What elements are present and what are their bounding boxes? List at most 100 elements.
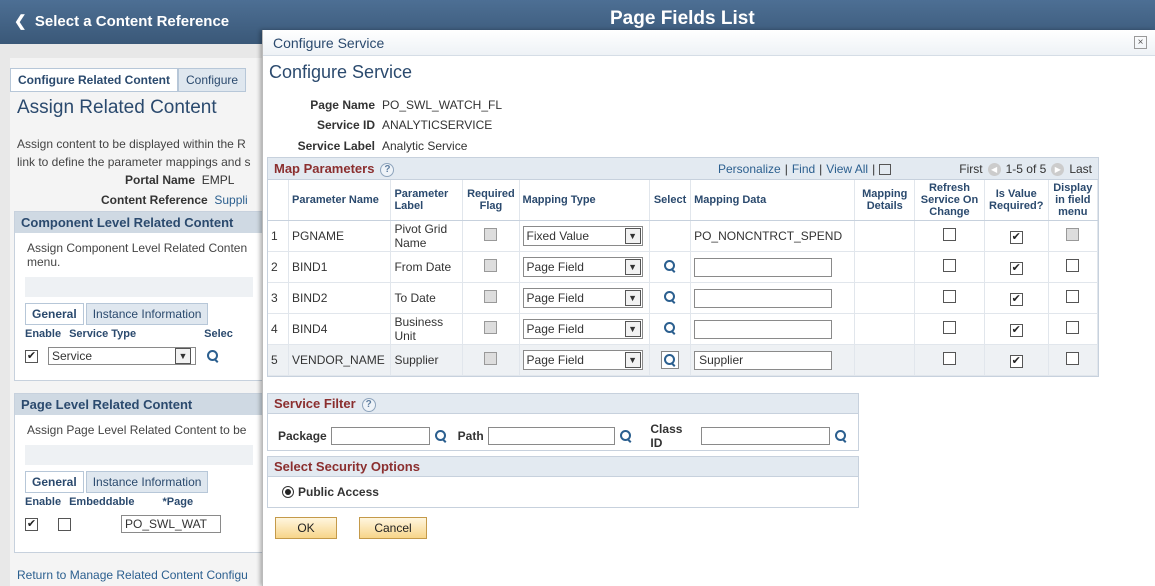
- tab-configure[interactable]: Configure: [178, 68, 247, 92]
- close-icon[interactable]: ×: [1134, 36, 1147, 49]
- refresh-checkbox[interactable]: [942, 259, 956, 272]
- required-flag-cell: [462, 313, 520, 345]
- mapping-details-cell: [854, 313, 916, 345]
- mapping-type-value: Page Field: [526, 291, 584, 305]
- class-id-input[interactable]: [701, 427, 831, 445]
- search-icon[interactable]: [206, 349, 220, 363]
- path-input[interactable]: [487, 427, 615, 445]
- service-id-value: ANALYTICSERVICE: [382, 118, 493, 132]
- enable-checkbox[interactable]: ✔: [25, 517, 38, 531]
- value-required-checkbox[interactable]: ✔: [1009, 230, 1023, 244]
- display-in-field-checkbox[interactable]: [1066, 290, 1080, 303]
- value-required-checkbox[interactable]: ✔: [1009, 292, 1023, 306]
- help-icon[interactable]: ?: [380, 162, 395, 177]
- display-cell: [1048, 282, 1099, 314]
- display-cell: [1048, 220, 1099, 252]
- table-header-row: Parameter Name Parameter Label Required …: [268, 180, 1099, 221]
- map-parameters-grid: Map Parameters? Personalize | Find | View …: [267, 157, 1099, 377]
- refresh-cell: [914, 251, 985, 283]
- security-options-title: Select Security Options: [268, 457, 858, 477]
- table-row: 4 BIND4 Business Unit Page Field ▼ ✔: [268, 313, 1099, 345]
- tab-general[interactable]: General: [25, 471, 84, 493]
- mapping-type-select[interactable]: Page Field ▼: [522, 319, 643, 339]
- table-row: 5 VENDOR_NAME Supplier Page Field ▼ Suppl…: [268, 344, 1099, 376]
- refresh-checkbox[interactable]: [942, 352, 956, 365]
- mapping-details-cell: [854, 220, 916, 252]
- mapping-data-input[interactable]: Supplier: [694, 350, 833, 370]
- first-label[interactable]: First: [959, 162, 982, 176]
- return-link[interactable]: Return to Manage Related Content Configu: [17, 568, 248, 582]
- search-icon[interactable]: [663, 290, 677, 304]
- value-required-checkbox[interactable]: ✔: [1009, 261, 1023, 275]
- value-required-checkbox[interactable]: ✔: [1009, 354, 1023, 368]
- col-enable: Enable: [25, 496, 62, 508]
- mapping-data-input[interactable]: [694, 288, 833, 308]
- search-icon[interactable]: [834, 429, 848, 443]
- parameter-name: BIND2: [288, 282, 392, 314]
- display-in-field-checkbox[interactable]: [1066, 352, 1080, 365]
- search-icon[interactable]: [434, 429, 448, 443]
- map-parameters-table: Parameter Name Parameter Label Required …: [268, 180, 1099, 376]
- embeddable-checkbox[interactable]: [58, 517, 71, 531]
- required-flag-cell: [462, 220, 520, 252]
- find-link[interactable]: Find: [792, 162, 815, 176]
- mapping-type-select[interactable]: Page Field ▼: [522, 288, 643, 308]
- search-icon[interactable]: [663, 259, 677, 273]
- public-access-label: Public Access: [298, 485, 379, 499]
- page-input[interactable]: PO_SWL_WAT: [121, 515, 221, 533]
- search-icon[interactable]: [619, 429, 633, 443]
- required-flag-cell: [462, 344, 520, 376]
- value-required-cell: ✔: [984, 282, 1049, 314]
- tab-instance-information[interactable]: Instance Information: [85, 471, 209, 493]
- back-button[interactable]: ❮ Select a Content Reference: [14, 12, 229, 30]
- cancel-button[interactable]: Cancel: [359, 517, 427, 539]
- mapping-data-input[interactable]: [694, 319, 833, 339]
- service-label-label: Service Label: [297, 139, 375, 153]
- last-label[interactable]: Last: [1069, 162, 1092, 176]
- service-type-select[interactable]: Service ▼: [48, 347, 196, 365]
- refresh-checkbox[interactable]: [942, 228, 956, 241]
- search-icon[interactable]: [663, 321, 677, 335]
- service-type-value: Service: [52, 349, 93, 363]
- col-display-in-field-menu: Display in field menu: [1048, 180, 1099, 221]
- search-button[interactable]: [661, 350, 680, 369]
- view-all-link[interactable]: View All: [826, 162, 868, 176]
- prev-icon[interactable]: ◀: [987, 162, 1001, 176]
- personalize-link[interactable]: Personalize: [718, 162, 781, 176]
- required-flag-checkbox: [484, 259, 498, 272]
- help-icon[interactable]: ?: [361, 397, 376, 412]
- package-input[interactable]: [330, 427, 430, 445]
- refresh-checkbox[interactable]: [942, 321, 956, 334]
- component-level-section: Component Level Related Content Assign C…: [14, 211, 264, 381]
- chevron-down-icon: ▼: [624, 290, 641, 306]
- content-reference-label: Content Reference: [101, 193, 208, 207]
- content-reference-link[interactable]: Suppli: [214, 193, 247, 207]
- value-required-checkbox[interactable]: ✔: [1009, 323, 1023, 337]
- parameter-label: Pivot Grid Name: [390, 220, 464, 252]
- new-window-icon[interactable]: [879, 163, 892, 175]
- enable-checkbox[interactable]: ✔: [25, 349, 38, 363]
- tab-instance-information[interactable]: Instance Information: [85, 303, 209, 325]
- col-is-value-required: Is Value Required?: [984, 180, 1049, 221]
- mapping-type-select[interactable]: Page Field ▼: [522, 257, 643, 277]
- refresh-checkbox[interactable]: [942, 290, 956, 303]
- display-in-field-checkbox[interactable]: [1066, 259, 1080, 272]
- component-section-text: Assign Component Level Related Conten me…: [27, 241, 248, 269]
- map-title-text: Map Parameters: [274, 161, 375, 176]
- ok-button[interactable]: OK: [275, 517, 337, 539]
- page-title: Page Fields List: [610, 8, 755, 29]
- col-select: Select: [649, 180, 692, 221]
- display-in-field-checkbox[interactable]: [1066, 321, 1080, 334]
- mapping-details-cell: [854, 344, 916, 376]
- tab-configure-related-content[interactable]: Configure Related Content: [10, 68, 178, 92]
- mapping-data-input[interactable]: [694, 257, 833, 277]
- mapping-type-select[interactable]: Page Field ▼: [522, 350, 643, 370]
- package-label: Package: [278, 429, 327, 443]
- col-service-type: Service Type: [69, 328, 137, 340]
- tab-general[interactable]: General: [25, 303, 84, 325]
- public-access-radio[interactable]: [282, 486, 294, 498]
- content-reference-field: Content Reference Suppli: [101, 193, 248, 207]
- mapping-type-select[interactable]: Fixed Value ▼: [522, 226, 643, 246]
- range-label: 1-5 of 5: [1005, 162, 1047, 176]
- next-icon[interactable]: ▶: [1051, 162, 1065, 176]
